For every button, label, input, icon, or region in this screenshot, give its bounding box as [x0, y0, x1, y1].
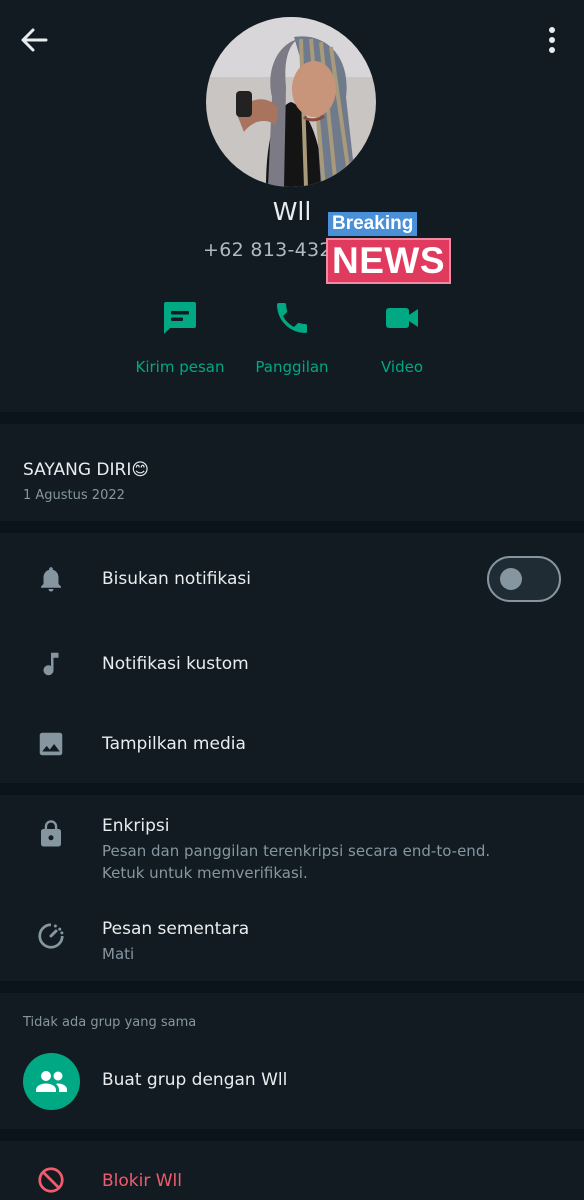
video-camera-icon	[386, 308, 418, 328]
show-media-label: Tampilkan media	[102, 734, 246, 754]
disappearing-messages-row[interactable]: Pesan sementara Mati	[0, 905, 584, 975]
phone-icon	[277, 303, 307, 333]
music-note-icon	[43, 652, 59, 676]
encryption-desc-line2: Ketuk untuk memverifikasi.	[102, 864, 308, 882]
encryption-row[interactable]: Enkripsi Pesan dan panggilan terenkripsi…	[0, 805, 584, 895]
toggle-knob	[500, 568, 522, 590]
mute-notifications-label: Bisukan notifikasi	[102, 569, 251, 589]
bell-icon	[41, 567, 61, 592]
create-group-label: Buat grup dengan Wll	[102, 1070, 288, 1090]
call-action-button[interactable]: Panggilan	[232, 298, 352, 376]
image-icon	[39, 732, 63, 756]
disappearing-messages-title: Pesan sementara	[102, 919, 250, 939]
about-date: 1 Agustus 2022	[23, 488, 125, 503]
message-icon	[164, 302, 196, 334]
block-icon	[38, 1167, 64, 1193]
block-contact-label: Blokir Wll	[102, 1171, 183, 1191]
lock-icon	[41, 820, 61, 847]
back-arrow-icon[interactable]	[18, 24, 50, 56]
custom-notifications-row[interactable]: Notifikasi kustom	[0, 630, 584, 700]
profile-avatar[interactable]	[206, 17, 376, 187]
encryption-title: Enkripsi	[102, 816, 170, 836]
message-action-label: Kirim pesan	[135, 358, 225, 376]
groups-in-common-header: Tidak ada grup yang sama	[23, 1015, 197, 1030]
more-options-icon[interactable]	[542, 26, 562, 54]
custom-notifications-label: Notifikasi kustom	[102, 654, 249, 674]
about-status: SAYANG DIRI😊	[23, 460, 150, 480]
about-section[interactable]: SAYANG DIRI😊 1 Agustus 2022	[0, 424, 584, 521]
mute-notifications-toggle[interactable]	[487, 556, 561, 602]
video-action-label: Video	[380, 358, 424, 376]
encryption-desc-line1: Pesan dan panggilan terenkripsi secara e…	[102, 842, 491, 860]
disappearing-messages-value: Mati	[102, 945, 135, 963]
breaking-news-sticker: Breaking NEWS	[326, 212, 458, 284]
timer-icon	[38, 923, 64, 949]
breaking-label: Breaking	[328, 212, 418, 236]
news-label: NEWS	[326, 238, 451, 284]
profile-header: Wll +62 813-432 Breaking NEWS Kirim pesa…	[0, 0, 584, 412]
block-contact-row[interactable]: Blokir Wll	[0, 1152, 584, 1200]
contact-name: Wll	[272, 197, 312, 226]
create-group-row[interactable]: Buat grup dengan Wll	[0, 1053, 584, 1110]
video-action-button[interactable]: Video	[342, 298, 462, 376]
show-media-row[interactable]: Tampilkan media	[0, 710, 584, 780]
call-action-label: Panggilan	[255, 358, 329, 376]
contact-phone: +62 813-432	[203, 239, 332, 261]
message-action-button[interactable]: Kirim pesan	[120, 298, 240, 376]
